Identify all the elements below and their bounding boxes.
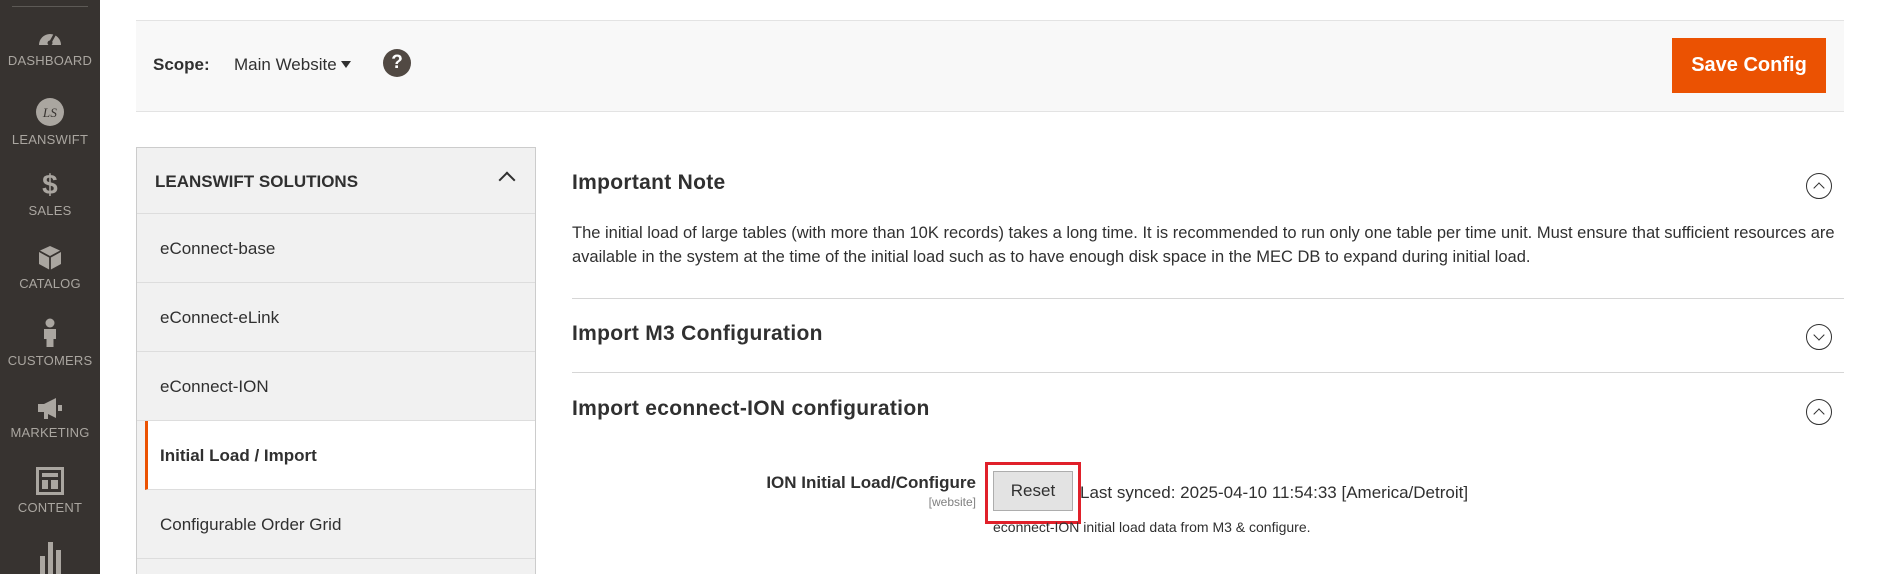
config-tab-econnect-elink[interactable]: eConnect-eLink [137,283,535,352]
config-tab-group-header[interactable]: LEANSWIFT SOLUTIONS [137,148,535,214]
section-divider [572,372,1844,373]
sidebar-item-customers[interactable]: CUSTOMERS [0,318,100,368]
sidebar-item-dashboard[interactable]: DASHBOARD [0,26,100,68]
layout-icon [36,467,64,495]
config-tab-econnect-ion[interactable]: eConnect-ION [137,352,535,421]
config-tab-econnect-base[interactable]: eConnect-base [137,214,535,283]
sidebar-item-label: MARKETING [10,425,90,440]
config-tabs: LEANSWIFT SOLUTIONS eConnect-base eConne… [136,147,536,574]
sidebar-item-label: SALES [28,203,72,218]
config-tab-label: eConnect-eLink [160,308,280,327]
sidebar-item-catalog[interactable]: CATALOG [0,245,100,291]
config-tab-label: Configurable Order Grid [160,515,342,534]
important-note-text: The initial load of large tables (with m… [572,224,1835,266]
admin-sidebar: DASHBOARD LS LEANSWIFT $ SALES CATALOG C… [0,0,100,574]
section-title-important-note[interactable]: Important Note [572,171,726,195]
leanswift-logo: LS [36,98,64,126]
config-tab-group-title: LEANSWIFT SOLUTIONS [155,172,359,191]
help-icon[interactable]: ? [383,49,411,77]
section-divider [572,298,1844,299]
scope-label: Scope: [153,55,210,74]
dollar-icon: $ [42,170,58,198]
svg-text:LS: LS [42,105,57,120]
config-tab-initial-load-import[interactable]: Initial Load / Import [145,421,535,490]
dashboard-icon [39,33,61,46]
config-tab-label: eConnect-ION [160,377,269,396]
admin-page: DASHBOARD LS LEANSWIFT $ SALES CATALOG C… [0,0,1878,574]
scope-switcher[interactable]: Main Website [234,55,337,75]
collapse-up-icon[interactable] [1806,173,1832,199]
svg-text:$: $ [42,170,58,198]
sidebar-item-label: CONTENT [17,500,83,515]
reset-button[interactable]: Reset [993,471,1073,511]
megaphone-icon [38,398,62,419]
ion-initial-load-label: ION Initial Load/Configure [766,473,976,492]
save-config-button[interactable]: Save Config [1672,38,1826,93]
sidebar-item-marketing[interactable]: MARKETING [0,396,100,440]
page-actions-bar: Scope: Main Website ? Save Config [136,20,1844,112]
sidebar-item-sales[interactable]: $ SALES [0,170,100,218]
bar-chart-icon [40,542,61,574]
sidebar-divider [12,6,88,7]
sidebar-item-content[interactable]: CONTENT [0,467,100,515]
sidebar-item-leanswift[interactable]: LS LEANSWIFT [0,97,100,147]
field-note: econnect-ION initial load data from M3 &… [993,519,1311,535]
chevron-down-icon[interactable] [341,61,351,68]
config-tab-configurable-order-grid[interactable]: Configurable Order Grid [137,490,535,559]
field-scope-label: [website] [928,495,976,509]
config-main: Important Note The initial load of large… [572,147,1844,574]
section-title-import-ion[interactable]: Import econnect-ION configuration [572,397,930,421]
last-synced-text: Last synced: 2025-04-10 11:54:33 [Americ… [1080,483,1469,502]
person-icon [44,318,56,347]
sidebar-item-label: LEANSWIFT [11,132,89,147]
sidebar-item-label: DASHBOARD [7,53,93,68]
sidebar-item-reports[interactable] [0,540,100,574]
sidebar-item-label: CATALOG [19,276,81,291]
config-tab-label: Initial Load / Import [160,446,317,465]
chevron-up-icon [498,171,516,189]
config-tab-label: eConnect-base [160,239,276,258]
collapse-up-icon[interactable] [1806,399,1832,425]
sidebar-item-label: CUSTOMERS [7,353,93,368]
cube-icon [38,246,62,270]
section-title-import-m3[interactable]: Import M3 Configuration [572,322,823,346]
expand-down-icon[interactable] [1806,324,1832,350]
